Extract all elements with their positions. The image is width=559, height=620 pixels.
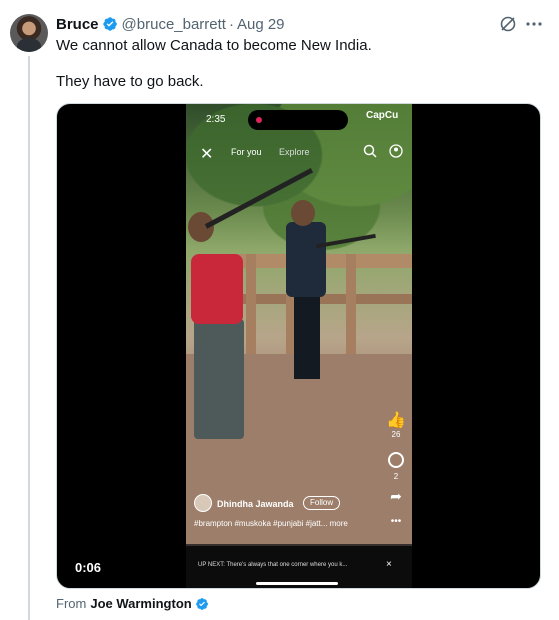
source-attribution: From Joe Warmington [56, 596, 213, 611]
author-name[interactable]: Bruce [56, 16, 99, 33]
video-person-legs [194, 319, 244, 439]
video-person-dark-shirt [286, 222, 326, 297]
verified-badge-icon [195, 597, 209, 611]
video-duration: 0:06 [75, 560, 102, 575]
thread-line [28, 56, 30, 620]
up-next-bar: UP NEXT: There's always that one corner … [186, 546, 412, 588]
more-horizontal-icon[interactable] [524, 14, 544, 34]
comment-icon [388, 452, 404, 468]
separator-dot: · [228, 15, 234, 33]
tab-for-you: For you [231, 147, 262, 157]
dynamic-island [248, 110, 348, 130]
author-handle[interactable]: @bruce_barrett [122, 16, 226, 33]
tweet-text-line2: They have to go back. [56, 73, 204, 90]
search-icon [363, 144, 377, 158]
like-count: 26 [391, 430, 401, 439]
share-icon: ➦ [390, 488, 402, 504]
close-icon: ✕ [200, 146, 214, 163]
creator-avatar [194, 494, 212, 512]
follow-button: Follow [303, 496, 341, 510]
up-next-text: UP NEXT: There's always that one corner … [198, 562, 348, 568]
verified-badge-icon [102, 16, 118, 32]
tweet-date[interactable]: Aug 29 [237, 16, 285, 33]
video-person-head [291, 200, 315, 226]
phone-time: 2:35 [206, 114, 226, 125]
video-person-legs [294, 294, 320, 379]
recording-dot-icon [256, 117, 262, 123]
up-next-close-icon: × [386, 559, 392, 570]
home-indicator [256, 582, 338, 585]
video-hashtags: #brampton #muskoka #punjabi #jatt... mor… [194, 519, 348, 528]
profile-icon [389, 144, 403, 158]
video-fence-post [346, 254, 356, 364]
like-icon: 👍 [386, 412, 406, 429]
source-name[interactable]: Joe Warmington [90, 596, 191, 611]
creator-name: Dhindha Jawanda [217, 499, 294, 509]
video-player[interactable]: 2:35 CapCu ✕ For you Explore 👍 26 2 ➦ ••… [56, 103, 541, 589]
tweet-text-line1: We cannot allow Canada to become New Ind… [56, 37, 372, 54]
more-options-icon: ••• [390, 516, 402, 527]
source-label: From [56, 596, 87, 611]
tweet-header: Bruce @bruce_barrett · Aug 29 [56, 14, 285, 34]
video-fence-post [246, 254, 256, 364]
video-frame: 2:35 CapCu ✕ For you Explore 👍 26 2 ➦ ••… [186, 104, 412, 588]
grok-icon[interactable] [498, 14, 518, 34]
capcut-brand: CapCu [366, 110, 399, 121]
comment-count: 2 [393, 472, 399, 481]
video-person-red-shirt [191, 254, 243, 324]
avatar[interactable] [10, 14, 48, 52]
tab-explore: Explore [279, 147, 310, 157]
